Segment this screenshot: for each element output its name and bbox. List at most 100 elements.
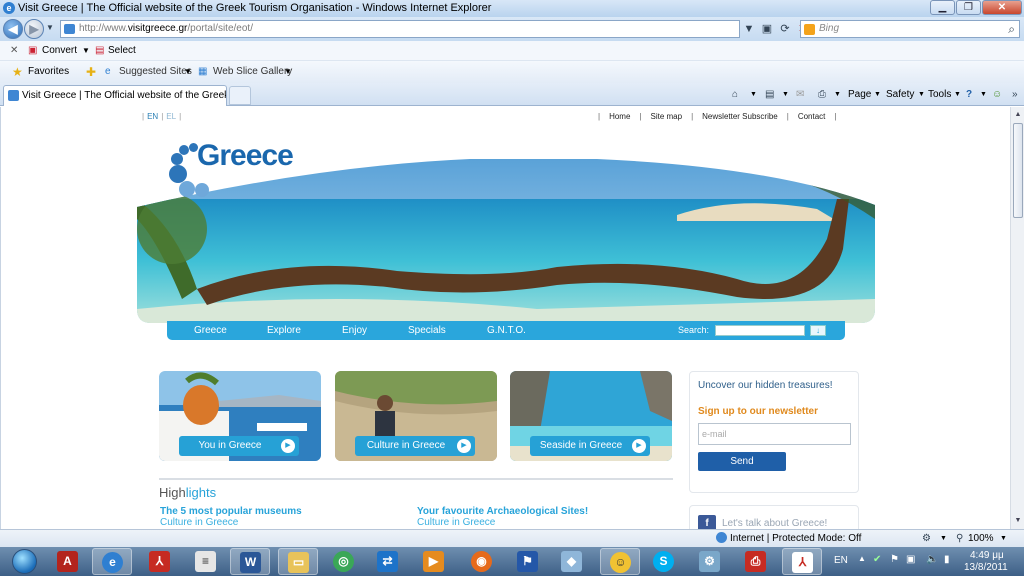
menu-greece[interactable]: Greece [194,321,227,340]
tray-network-icon[interactable]: ▣ [906,554,915,565]
more-tools-icon[interactable]: » [1012,83,1018,106]
scroll-thumb[interactable] [1013,123,1023,218]
highlight-item-museums[interactable]: The 5 most popular museums Culture in Gr… [160,506,302,528]
taskbar-chrome[interactable]: ◎ [324,548,364,575]
taskbar-network-app[interactable]: ⚙ [690,548,730,575]
compatibility-view-icon[interactable]: ▣ [758,20,776,38]
minimize-button[interactable]: ▁ [930,0,955,15]
highlight-category[interactable]: Culture in Greece [417,517,588,528]
web-slice-gallery-button[interactable]: Web Slice Gallery [213,61,292,83]
highlight-title[interactable]: Your favourite Archaeological Sites! [417,506,588,517]
taskbar-explorer[interactable]: ▭ [278,548,318,575]
newsletter-email-field[interactable]: e-mail [698,423,851,445]
close-window-button[interactable]: ✕ [982,0,1022,15]
taskbar-notepad[interactable]: ≡ [186,548,226,575]
safety-dropdown-icon[interactable]: ▼ [918,83,925,106]
print-dropdown-icon[interactable]: ▼ [834,83,841,106]
card-you-in-greece[interactable]: You in Greece ▶ [159,371,321,461]
highlight-category[interactable]: Culture in Greece [160,517,302,528]
taskbar-skype[interactable]: S [644,548,684,575]
forward-button[interactable]: ▶ [24,19,44,39]
nav-contact-link[interactable]: Contact [798,112,826,121]
menu-explore[interactable]: Explore [267,321,301,340]
help-icon[interactable]: ? [966,83,972,106]
volume-icon[interactable]: 🔈 [926,554,938,565]
taskbar-language-app[interactable]: ⚑ [508,548,548,575]
feeds-dropdown-icon[interactable]: ▼ [782,83,789,106]
taskbar-acrobat[interactable]: A [48,548,88,575]
home-icon[interactable]: ⌂ [732,83,738,106]
tray-checkmark-icon[interactable]: ✔ [873,554,881,565]
select-button[interactable]: Select [108,41,136,61]
facebook-icon[interactable]: f [698,515,716,529]
tools-dropdown-icon[interactable]: ▼ [954,83,961,106]
favorites-button[interactable]: Favorites [28,61,69,83]
nav-sitemap-link[interactable]: Site map [651,112,683,121]
search-icon[interactable]: ⌕ [1008,21,1015,37]
start-button[interactable] [6,547,46,576]
input-language[interactable]: EN [834,555,848,566]
taskbar-internet-explorer[interactable]: e [92,548,132,575]
scroll-down-icon[interactable]: ▼ [1012,515,1024,527]
address-dropdown-icon[interactable]: ▼ [740,20,758,38]
menu-gnto[interactable]: G.N.T.O. [487,321,526,340]
page-menu[interactable]: Page [848,83,871,106]
taskbar-firefox[interactable]: ◉ [462,548,502,575]
add-favorite-icon[interactable]: ✚ [86,61,96,83]
security-zone[interactable]: Internet | Protected Mode: Off [716,530,861,547]
home-dropdown-icon[interactable]: ▼ [750,83,757,106]
card-culture-in-greece[interactable]: Culture in Greece ▶ [335,371,497,461]
zoom-level[interactable]: 100% [968,530,994,547]
history-dropdown-icon[interactable]: ▼ [46,23,54,32]
zoom-dropdown-icon[interactable]: ▼ [1000,530,1007,547]
tab-visit-greece[interactable]: Visit Greece | The Official website of t… [3,85,227,106]
taskbar-messenger[interactable]: ☺ [600,548,640,575]
clock-time[interactable]: 4:49 μμ [970,550,1004,561]
taskbar-word[interactable]: W [230,548,270,575]
site-search-go-button[interactable]: ↓ [810,325,826,336]
taskbar-pdf[interactable]: ⅄ [140,548,180,575]
read-mail-icon[interactable]: ✉ [796,83,804,106]
vertical-scrollbar[interactable]: ▲ ▼ [1010,107,1024,529]
help-dropdown-icon[interactable]: ▼ [980,83,987,106]
maximize-button[interactable]: ❐ [956,0,981,15]
back-button[interactable]: ◀ [3,19,23,39]
safety-menu[interactable]: Safety [886,83,914,106]
taskbar-teamviewer[interactable]: ⇄ [368,548,408,575]
tools-menu[interactable]: Tools [928,83,951,106]
manage-addons-icon[interactable]: ⚙ [922,530,931,547]
lang-en-link[interactable]: EN [147,112,158,121]
lang-el-link[interactable]: EL [166,112,176,121]
address-input[interactable]: http://www.visitgreece.gr/portal/site/eo… [60,20,740,38]
taskbar-media-player[interactable]: ▶ [414,548,454,575]
messenger-icon[interactable]: ☺ [992,83,1002,106]
new-tab-button[interactable] [229,86,251,105]
tray-flag-icon[interactable]: ⚑ [890,554,899,565]
addons-dropdown-icon[interactable]: ▼ [940,530,947,547]
convert-button[interactable]: Convert [42,41,77,61]
social-text[interactable]: Let's talk about Greece! [722,518,827,529]
highlight-item-sites[interactable]: Your favourite Archaeological Sites! Cul… [417,506,588,528]
nav-home-link[interactable]: Home [609,112,630,121]
suggested-sites-dropdown-icon[interactable]: ▼ [184,61,192,83]
newsletter-send-button[interactable]: Send [698,452,786,471]
nav-newsletter-link[interactable]: Newsletter Subscribe [702,112,778,121]
page-dropdown-icon[interactable]: ▼ [874,83,881,106]
show-hidden-icons[interactable]: ▲ [858,554,866,563]
highlight-title[interactable]: The 5 most popular museums [160,506,302,517]
taskbar-app[interactable]: ◆ [552,548,592,575]
feeds-icon[interactable]: ▤ [765,83,774,106]
web-slice-dropdown-icon[interactable]: ▼ [284,61,292,83]
refresh-icon[interactable]: ⟳ [776,20,794,38]
menu-enjoy[interactable]: Enjoy [342,321,367,340]
print-icon[interactable]: ⎙ [818,83,826,106]
convert-dropdown-icon[interactable]: ▼ [82,41,90,61]
taskbar-pdf-2[interactable]: ⅄ [782,548,822,575]
menu-specials[interactable]: Specials [408,321,446,340]
suggested-sites-button[interactable]: Suggested Sites [119,61,192,83]
scroll-up-icon[interactable]: ▲ [1012,109,1024,121]
clock-date[interactable]: 13/8/2011 [964,562,1008,573]
site-search-input[interactable] [715,325,805,336]
card-seaside-in-greece[interactable]: Seaside in Greece ▶ [510,371,672,461]
close-toolbar-icon[interactable]: ✕ [10,41,18,61]
